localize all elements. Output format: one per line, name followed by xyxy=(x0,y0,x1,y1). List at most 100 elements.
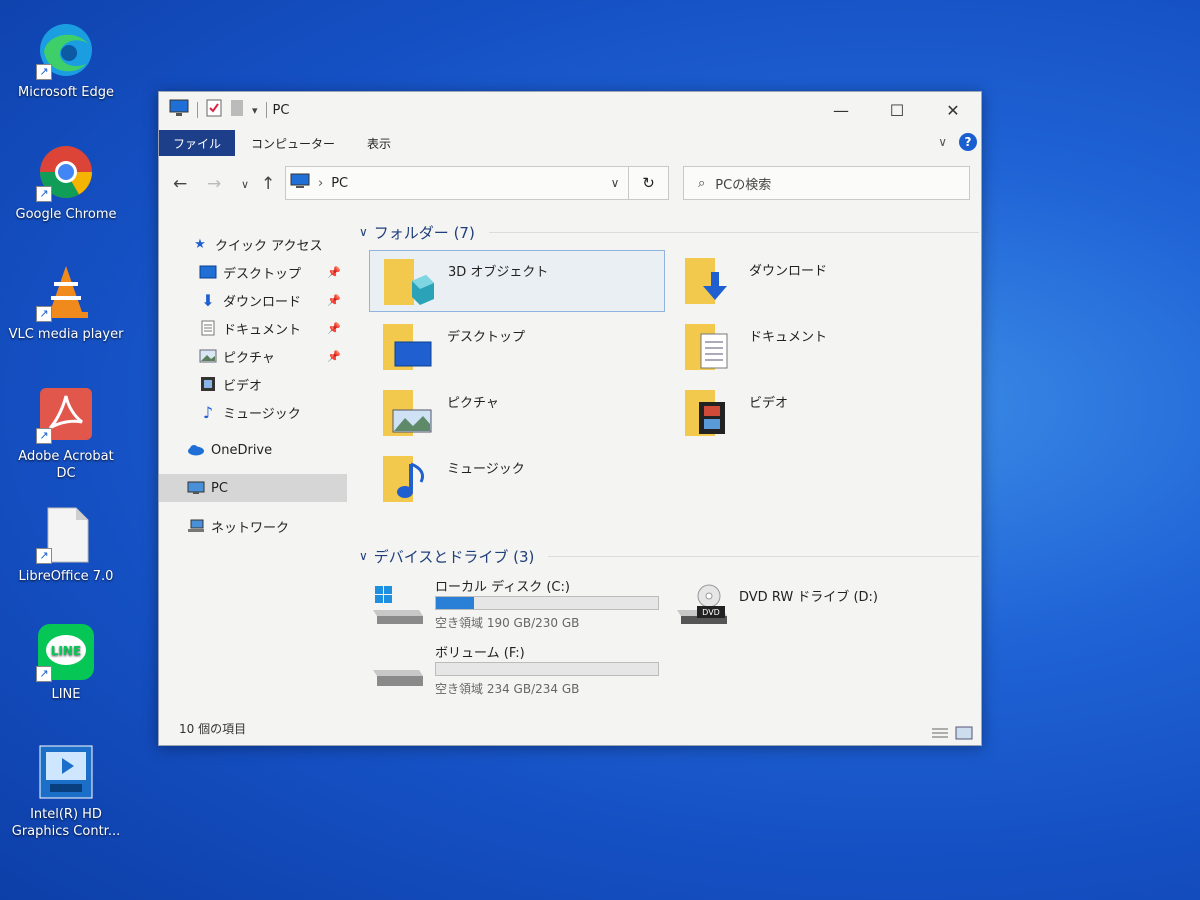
desktop-icon-acrobat[interactable]: ↗ Adobe Acrobat DC xyxy=(8,384,124,482)
details-view-icon[interactable] xyxy=(931,725,949,739)
forward-arrow-icon[interactable]: → xyxy=(207,174,221,194)
address-dropdown-icon[interactable]: ∨ xyxy=(602,176,628,190)
navigation-pane: ★ クイック アクセス デスクトップ 📌 ⬇ ダウンロード 📌 ドキュメント 📌… xyxy=(159,230,347,540)
intel-graphics-icon xyxy=(36,742,96,802)
pin-icon[interactable]: 📌 xyxy=(327,322,341,335)
pin-icon[interactable]: 📌 xyxy=(327,266,341,279)
desktop-icon-label: LibreOffice 7.0 xyxy=(18,569,114,584)
nav-pc[interactable]: PC xyxy=(159,474,347,502)
expand-ribbon-icon[interactable]: ∨ xyxy=(938,135,947,149)
address-text[interactable]: PC xyxy=(331,176,348,191)
drive-dvd-rw-d[interactable]: DVD DVD RW ドライブ (D:) xyxy=(663,574,963,634)
desktop-folder-icon xyxy=(381,320,435,374)
acrobat-icon: ↗ xyxy=(36,384,96,444)
nav-quick-access[interactable]: ★ クイック アクセス xyxy=(159,230,347,258)
star-icon: ★ xyxy=(194,236,206,252)
shortcut-arrow-icon: ↗ xyxy=(36,306,52,322)
search-input[interactable]: ⌕ PCの検索 xyxy=(683,166,970,200)
tab-computer[interactable]: コンピューター xyxy=(235,130,351,156)
refresh-icon[interactable]: ↻ xyxy=(628,167,668,199)
nav-item-pictures[interactable]: ピクチャ 📌 xyxy=(159,342,347,370)
shortcut-arrow-icon: ↗ xyxy=(36,666,52,682)
drive-icon xyxy=(371,650,425,692)
film-icon xyxy=(199,376,217,392)
videos-folder-icon xyxy=(683,386,737,440)
nav-item-music[interactable]: ♪ ミュージック xyxy=(159,398,347,426)
nav-network[interactable]: ネットワーク xyxy=(159,512,347,540)
breadcrumb-chevron-icon: › xyxy=(318,175,324,191)
folders-group-header[interactable]: ∨ フォルダー (7) xyxy=(359,218,979,246)
properties-icon[interactable] xyxy=(206,99,222,121)
nav-onedrive[interactable]: OneDrive xyxy=(159,436,347,464)
picture-icon xyxy=(199,348,217,364)
shortcut-arrow-icon: ↗ xyxy=(36,186,52,202)
file-explorer-window: ▾ PC — ☐ ✕ ファイル コンピューター 表示 ∨ ? ← → ∨ ↑ ›… xyxy=(158,91,982,746)
drive-local-disk-c[interactable]: ローカル ディスク (C:) 空き領域 190 GB/230 GB xyxy=(359,574,659,634)
3d-objects-folder-icon xyxy=(382,255,436,309)
devices-group-header[interactable]: ∨ デバイスとドライブ (3) xyxy=(359,542,979,570)
help-icon[interactable]: ? xyxy=(959,133,977,151)
large-icons-view-icon[interactable] xyxy=(955,725,973,740)
desktop-icon-chrome[interactable]: ↗ Google Chrome xyxy=(8,142,124,223)
minimize-icon[interactable]: — xyxy=(813,92,869,128)
folder-videos[interactable]: ビデオ xyxy=(671,382,967,444)
cloud-icon xyxy=(187,442,205,458)
chevron-down-icon: ∨ xyxy=(359,549,368,563)
desktop-icon-label: Intel(R) HD Graphics Contr... xyxy=(11,807,121,839)
folder-documents[interactable]: ドキュメント xyxy=(671,316,967,378)
folder-downloads[interactable]: ダウンロード xyxy=(671,250,967,312)
computer-icon xyxy=(169,99,189,121)
nav-item-desktop[interactable]: デスクトップ 📌 xyxy=(159,258,347,286)
tab-view[interactable]: 表示 xyxy=(351,130,407,156)
shortcut-arrow-icon: ↗ xyxy=(36,64,52,80)
recent-locations-icon[interactable]: ∨ xyxy=(241,178,249,191)
document-icon xyxy=(199,320,217,336)
shortcut-arrow-icon: ↗ xyxy=(36,548,52,564)
nav-item-downloads[interactable]: ⬇ ダウンロード 📌 xyxy=(159,286,347,314)
pin-icon[interactable]: 📌 xyxy=(327,294,341,307)
desktop-icon-edge[interactable]: ↗ Microsoft Edge xyxy=(8,20,124,101)
pin-icon[interactable]: 📌 xyxy=(327,350,341,363)
desktop-icon-line[interactable]: LINE ↗ LINE xyxy=(8,622,124,703)
desktop-icon-intel-graphics[interactable]: Intel(R) HD Graphics Contr... xyxy=(8,742,124,840)
folder-desktop[interactable]: デスクトップ xyxy=(369,316,665,378)
nav-item-documents[interactable]: ドキュメント 📌 xyxy=(159,314,347,342)
drive-usage-bar xyxy=(435,596,659,610)
folder-3d-objects[interactable]: 3D オブジェクト xyxy=(369,250,665,312)
up-arrow-icon[interactable]: ↑ xyxy=(261,174,275,194)
desktop-icon-libreoffice[interactable]: ↗ LibreOffice 7.0 xyxy=(8,504,124,585)
download-arrow-icon: ⬇ xyxy=(201,290,215,310)
drive-usage-bar xyxy=(435,662,659,676)
content-pane: ∨ フォルダー (7) 3D オブジェクト ダウンロード デスクトップ ドキュメ… xyxy=(359,218,979,710)
edge-icon: ↗ xyxy=(36,20,96,80)
tab-file[interactable]: ファイル xyxy=(159,130,236,156)
line-icon: LINE ↗ xyxy=(36,622,96,682)
nav-item-videos[interactable]: ビデオ xyxy=(159,370,347,398)
ribbon-tabs: ファイル コンピューター 表示 ∨ ? xyxy=(159,130,981,156)
customize-toolbar-icon[interactable]: ▾ xyxy=(252,104,258,117)
music-folder-icon xyxy=(381,452,435,506)
shortcut-arrow-icon: ↗ xyxy=(36,428,52,444)
maximize-icon[interactable]: ☐ xyxy=(869,92,925,128)
close-icon[interactable]: ✕ xyxy=(925,92,981,128)
address-bar[interactable]: › PC ∨ ↻ xyxy=(285,166,669,200)
windows-drive-icon xyxy=(371,584,425,626)
desktop-icon-vlc[interactable]: ↗ VLC media player xyxy=(8,262,124,343)
dvd-badge-text: DVD xyxy=(702,608,720,617)
search-placeholder: PCの検索 xyxy=(715,177,772,193)
desktop-icon-label: LINE xyxy=(51,687,81,702)
address-toolbar: ← → ∨ ↑ › PC ∨ ↻ ⌕ PCの検索 xyxy=(159,164,981,204)
title-bar: ▾ PC — ☐ ✕ xyxy=(159,92,981,128)
folder-pictures[interactable]: ピクチャ xyxy=(369,382,665,444)
network-icon xyxy=(187,518,205,534)
chevron-down-icon: ∨ xyxy=(359,225,368,239)
new-folder-icon[interactable] xyxy=(230,99,244,121)
drive-volume-f[interactable]: ボリューム (F:) 空き領域 234 GB/234 GB xyxy=(359,640,659,700)
music-note-icon: ♪ xyxy=(202,402,214,422)
downloads-folder-icon xyxy=(683,254,737,308)
libreoffice-icon: ↗ xyxy=(36,504,96,564)
window-title: PC xyxy=(272,102,290,118)
folder-music[interactable]: ミュージック xyxy=(369,448,665,510)
back-arrow-icon[interactable]: ← xyxy=(173,174,187,194)
computer-icon xyxy=(187,480,205,496)
